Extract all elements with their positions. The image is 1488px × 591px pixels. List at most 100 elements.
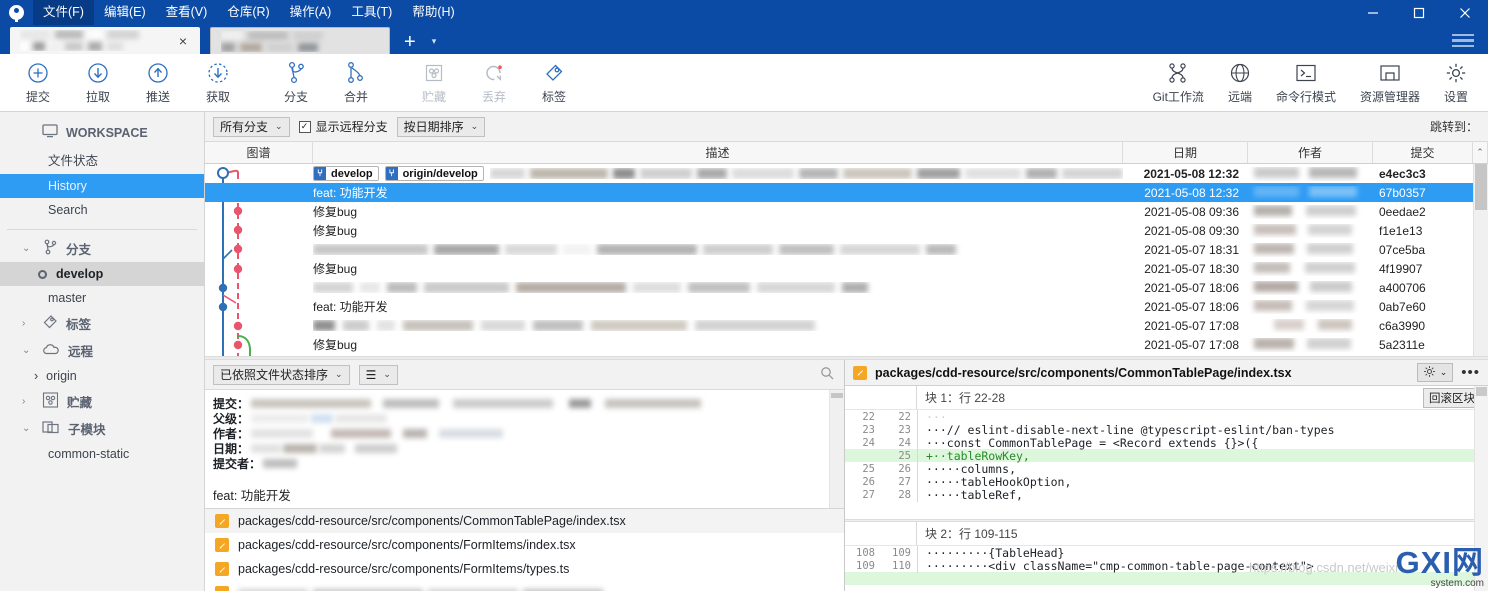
table-row[interactable]: 修复bug 2021-05-07 17:08 5a2311e <box>205 335 1488 354</box>
close-icon[interactable] <box>1442 0 1488 25</box>
branch-filter-value: 所有分支 <box>220 120 269 134</box>
menu-tools[interactable]: 工具(T) <box>341 0 402 25</box>
sidebar-section-remotes[interactable]: ⌄ 远程 <box>0 337 204 364</box>
column-header-date[interactable]: 日期 <box>1123 142 1248 163</box>
sidebar-section-tags[interactable]: › 标签 <box>0 310 204 337</box>
table-row[interactable]: 修复bug 2021-05-08 09:36 0eedae2 <box>205 202 1488 221</box>
column-header-graph[interactable]: 图谱 <box>205 142 313 163</box>
sidebar-item-history[interactable]: History <box>0 174 204 198</box>
revert-hunk-button[interactable]: 回滚区块 <box>1423 387 1481 408</box>
scrollbar-thumb[interactable] <box>1475 164 1487 210</box>
menu-help[interactable]: 帮助(H) <box>402 0 464 25</box>
maximize-icon[interactable] <box>1396 0 1442 25</box>
branch-filter-select[interactable]: 所有分支 ⌄ <box>213 116 290 137</box>
table-row[interactable]: 2021-05-07 17:08 c6a3990 <box>205 316 1488 335</box>
scrollbar-thumb[interactable] <box>831 393 843 398</box>
toolbar-branch-button[interactable]: 分支 <box>266 60 326 105</box>
toolbar-gitflow-button[interactable]: Git工作流 <box>1141 60 1216 105</box>
column-sort-indicator[interactable]: ⌃ <box>1473 142 1488 163</box>
redacted-message <box>489 168 1123 179</box>
list-item[interactable] <box>205 581 844 591</box>
hamburger-icon[interactable] <box>1452 33 1474 51</box>
sourcetree-logo-icon <box>9 5 24 22</box>
list-item[interactable]: packages/cdd-resource/src/components/For… <box>205 533 844 557</box>
menu-actions[interactable]: 操作(A) <box>280 0 342 25</box>
table-row[interactable]: 2021-05-07 18:06 a400706 <box>205 278 1488 297</box>
fetch-dashed-circle-icon <box>207 60 229 86</box>
column-header-description[interactable]: 描述 <box>313 142 1123 163</box>
toolbar-settings-button[interactable]: 设置 <box>1432 60 1480 105</box>
view-mode-select[interactable]: ☰ ⌄ <box>358 364 398 385</box>
changed-files-list[interactable]: packages/cdd-resource/src/components/Com… <box>205 508 844 591</box>
sidebar-submodule-common-static[interactable]: common-static <box>0 442 204 466</box>
table-row[interactable]: 修复bug 2021-05-07 18:30 4f19907 <box>205 259 1488 278</box>
chevron-down-icon[interactable]: ⌄ <box>22 345 34 356</box>
chevron-right-icon[interactable]: › <box>22 318 34 329</box>
minimize-icon[interactable] <box>1350 0 1396 25</box>
table-row[interactable]: Merge branch 'develop' of 172.16.120.120… <box>205 354 1488 356</box>
tab-list-dropdown[interactable]: ▾ <box>432 36 437 47</box>
branch-ref-icon: ⑂ <box>314 167 326 180</box>
sidebar-section-branches[interactable]: ⌄ 分支 <box>0 235 204 262</box>
table-row[interactable]: feat: 功能开发 2021-05-07 18:06 0ab7e60 <box>205 297 1488 316</box>
toolbar-push-button[interactable]: 推送 <box>128 60 188 105</box>
table-row[interactable]: 2021-05-07 18:31 07ce5ba <box>205 240 1488 259</box>
toolbar-merge-button[interactable]: 合并 <box>326 60 386 105</box>
chevron-down-icon[interactable]: ⌄ <box>22 243 34 254</box>
tab-repo-1[interactable]: × <box>10 27 200 54</box>
chevron-down-icon[interactable]: ⌄ <box>22 423 34 434</box>
list-view-icon: ☰ <box>365 367 377 382</box>
scrollbar-thumb[interactable] <box>1476 387 1487 396</box>
tab-repo-2[interactable] <box>210 27 390 54</box>
lower-panes: 已依照文件状态排序 ⌄ ☰ ⌄ 提交： 父级： 作者： 日期： 提交者： fea… <box>205 360 1488 591</box>
row-commit-hash: 0eedae2 <box>1379 204 1426 219</box>
column-header-commit[interactable]: 提交 <box>1373 142 1473 163</box>
commit-list[interactable]: ⑂ develop ⑂ origin/develop 2021-05-08 12… <box>205 164 1488 356</box>
sidebar-section-submodules[interactable]: ⌄ 子模块 <box>0 415 204 442</box>
diff-more-button[interactable]: ••• <box>1461 365 1480 380</box>
row-description: 修复bug <box>313 205 358 219</box>
chevron-right-icon[interactable]: › <box>22 396 34 407</box>
sidebar-branch-master[interactable]: master <box>0 286 204 310</box>
chevron-right-icon[interactable]: › <box>34 369 38 383</box>
sidebar-branch-develop[interactable]: develop <box>0 262 204 286</box>
sort-order-select[interactable]: 按日期排序 ⌄ <box>396 116 486 137</box>
sidebar-item-file-status[interactable]: 文件状态 <box>0 145 204 174</box>
show-remote-branches-checkbox[interactable]: ✓ 显示远程分支 <box>298 118 388 135</box>
diff-header: packages/cdd-resource/src/components/Com… <box>845 360 1488 386</box>
file-sort-select[interactable]: 已依照文件状态排序 ⌄ <box>213 364 350 385</box>
ref-tag-origin-develop[interactable]: ⑂ origin/develop <box>384 166 484 181</box>
commit-detail-scrollbar[interactable] <box>829 390 844 508</box>
table-row[interactable]: feat: 功能开发 2021-05-08 12:32 67b0357 <box>205 183 1488 202</box>
toolbar-commit-button[interactable]: 提交 <box>8 60 68 105</box>
menu-file[interactable]: 文件(F) <box>33 0 94 25</box>
table-row[interactable]: ⑂ develop ⑂ origin/develop 2021-05-08 12… <box>205 164 1488 183</box>
ref-tag-develop[interactable]: ⑂ develop <box>313 166 379 181</box>
new-tab-button[interactable]: + <box>404 32 416 52</box>
sidebar-workspace-header[interactable]: WORKSPACE <box>0 120 204 145</box>
sidebar-remote-origin[interactable]: › origin <box>0 364 204 388</box>
list-item[interactable]: packages/cdd-resource/src/components/Com… <box>205 509 844 533</box>
toolbar-discard-button[interactable]: 丢弃 <box>464 60 524 105</box>
toolbar-stash-button[interactable]: 贮藏 <box>404 60 464 105</box>
column-header-author[interactable]: 作者 <box>1248 142 1373 163</box>
menu-edit[interactable]: 编辑(E) <box>94 0 156 25</box>
toolbar-pull-button[interactable]: 拉取 <box>68 60 128 105</box>
menu-view[interactable]: 查看(V) <box>156 0 218 25</box>
commit-list-scrollbar[interactable] <box>1473 164 1488 356</box>
toolbar-terminal-button[interactable]: 命令行模式 <box>1264 60 1348 105</box>
new-line-number: 22 <box>898 410 911 423</box>
table-row[interactable]: 修复bug 2021-05-08 09:30 f1e1e13 <box>205 221 1488 240</box>
toolbar-explorer-button[interactable]: 资源管理器 <box>1348 60 1432 105</box>
toolbar-fetch-button[interactable]: 获取 <box>188 60 248 105</box>
toolbar-remote-button[interactable]: 远端 <box>1216 60 1264 105</box>
chevron-down-icon: ⌄ <box>335 369 343 379</box>
menu-repository[interactable]: 仓库(R) <box>217 0 279 25</box>
toolbar-tag-button[interactable]: 标签 <box>524 60 584 105</box>
search-icon[interactable] <box>820 366 834 383</box>
list-item[interactable]: packages/cdd-resource/src/components/For… <box>205 557 844 581</box>
sidebar-item-search[interactable]: Search <box>0 198 204 222</box>
diff-settings-button[interactable]: ⌄ <box>1416 363 1454 382</box>
sidebar-section-stashes[interactable]: › 贮藏 <box>0 388 204 415</box>
tab-close-icon[interactable]: × <box>174 34 192 48</box>
